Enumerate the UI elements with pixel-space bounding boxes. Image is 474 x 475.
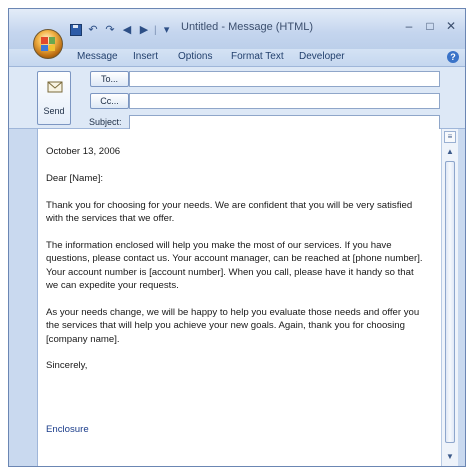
to-field[interactable] <box>129 71 440 87</box>
save-icon <box>70 24 82 36</box>
envelope-icon <box>47 81 63 93</box>
undo-button[interactable]: ↶ <box>86 23 100 37</box>
letter-closing: Sincerely, <box>46 360 88 372</box>
letter-date: October 13, 2006 <box>46 146 121 157</box>
tab-format-text[interactable]: Format Text <box>231 51 284 62</box>
logo-cell <box>41 44 48 51</box>
cc-field[interactable] <box>129 93 440 109</box>
message-body[interactable]: October 13, 2006 Dear [Name]: Thank you … <box>37 129 441 466</box>
window-title: Untitled - Message (HTML) <box>181 21 314 33</box>
title-bar: ↶ ↷ ◀ ▶ | ▾ Untitled - Message (HTML) – … <box>9 9 465 49</box>
cc-button[interactable]: Cc... <box>90 93 129 109</box>
logo-cell <box>48 44 55 51</box>
letter-paragraph: Thank you for choosing for your needs. W… <box>46 199 413 224</box>
logo-cell <box>48 37 55 44</box>
vertical-scrollbar[interactable]: ≡ ▲ ▼ <box>441 129 458 466</box>
send-button[interactable]: Send <box>37 71 71 125</box>
maximize-button[interactable]: □ <box>424 19 436 33</box>
scrollbar-thumb[interactable] <box>445 161 455 443</box>
letter-paragraph: The information enclosed will help you m… <box>46 239 423 292</box>
tab-message[interactable]: Message <box>77 51 118 62</box>
subject-label: Subject: <box>89 117 122 127</box>
letter-paragraph: As your needs change, we will be happy t… <box>46 306 420 345</box>
help-button[interactable]: ? <box>447 51 459 63</box>
previous-item-button[interactable]: ◀ <box>120 23 134 37</box>
message-header: Send To... Cc... Subject: <box>9 67 465 131</box>
message-text: October 13, 2006 Dear [Name]: Thank you … <box>46 145 426 435</box>
office-button[interactable] <box>33 29 63 59</box>
scroll-up-button[interactable]: ▲ <box>444 147 456 157</box>
minimize-button[interactable]: – <box>403 19 415 33</box>
scroll-down-button[interactable]: ▼ <box>444 452 456 462</box>
to-button[interactable]: To... <box>90 71 129 87</box>
tab-options[interactable]: Options <box>178 51 212 62</box>
view-ruler-button[interactable]: ≡ <box>444 131 456 143</box>
logo-cell <box>41 37 48 44</box>
next-item-button[interactable]: ▶ <box>137 23 151 37</box>
left-margin <box>9 129 37 466</box>
redo-button[interactable]: ↷ <box>103 23 117 37</box>
message-window: ↶ ↷ ◀ ▶ | ▾ Untitled - Message (HTML) – … <box>8 8 466 467</box>
office-logo-icon <box>41 37 55 51</box>
quick-access-toolbar: ↶ ↷ ◀ ▶ | ▾ <box>69 22 174 38</box>
quick-access-separator: | <box>154 24 157 36</box>
save-button[interactable] <box>69 23 83 37</box>
tab-developer[interactable]: Developer <box>299 51 345 62</box>
send-label: Send <box>43 106 65 116</box>
ribbon-tabs: Message Insert Options Format Text Devel… <box>9 49 465 67</box>
tab-insert[interactable]: Insert <box>133 51 158 62</box>
letter-salutation: Dear [Name]: <box>46 172 104 184</box>
customize-toolbar-button[interactable]: ▾ <box>160 23 174 37</box>
letter-enclosure: Enclosure <box>46 424 89 435</box>
close-button[interactable]: ✕ <box>445 19 457 33</box>
window-controls: – □ ✕ <box>403 19 457 33</box>
